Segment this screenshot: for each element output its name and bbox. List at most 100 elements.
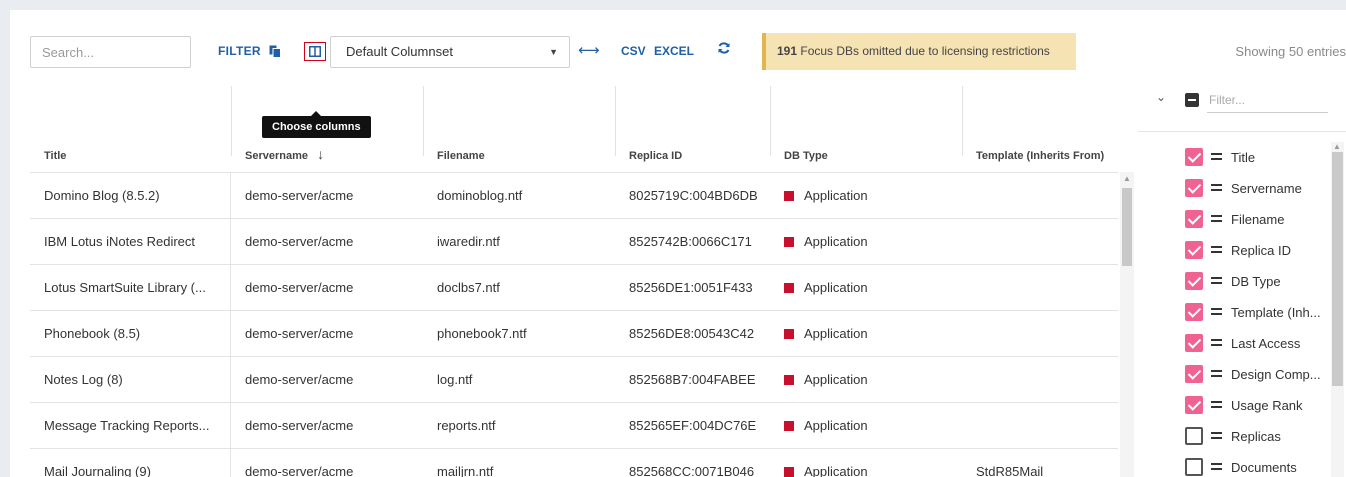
choose-columns-button[interactable] — [304, 42, 326, 61]
cell-db-type: Application — [770, 449, 962, 477]
column-option[interactable]: Documents — [1138, 452, 1328, 477]
column-option[interactable]: Design Comp... — [1138, 359, 1328, 390]
cell-servername: demo-server/acme — [231, 265, 423, 311]
table-scrollbar[interactable]: ▲ — [1120, 172, 1134, 477]
column-checkbox[interactable] — [1185, 427, 1203, 445]
column-option[interactable]: Usage Rank — [1138, 390, 1328, 421]
cell-db-type: Application — [770, 219, 962, 265]
drag-handle-icon[interactable] — [1211, 308, 1222, 315]
column-option-label: Template (Inh... — [1231, 305, 1321, 320]
cell-servername: demo-server/acme — [231, 219, 423, 265]
cell-text: 8025719C:004BD6DB — [629, 188, 758, 203]
cell-filename: phonebook7.ntf — [423, 311, 615, 357]
resize-columns-icon[interactable]: ⟷ — [578, 43, 600, 59]
column-option[interactable]: Template (Inh... — [1138, 297, 1328, 328]
cell-servername: demo-server/acme — [231, 357, 423, 403]
cell-text: IBM Lotus iNotes Redirect — [44, 234, 196, 249]
scrollbar-thumb[interactable] — [1332, 152, 1343, 386]
drag-handle-icon[interactable] — [1211, 153, 1222, 160]
header-replica-id[interactable]: Replica ID — [615, 82, 770, 172]
db-type-square-icon — [784, 283, 794, 293]
cell-db-type: Application — [770, 173, 962, 219]
column-option[interactable]: Last Access — [1138, 328, 1328, 359]
drag-handle-icon[interactable] — [1211, 277, 1222, 284]
header-label: Filename — [437, 150, 485, 162]
excel-export-button[interactable]: EXCEL — [654, 44, 694, 58]
columnset-select[interactable]: Default Columnset ▼ — [330, 36, 570, 68]
column-checkbox[interactable] — [1185, 241, 1203, 259]
cell-text: phonebook7.ntf — [437, 326, 527, 341]
filter-button[interactable]: FILTER — [218, 43, 281, 59]
drag-handle-icon[interactable] — [1211, 463, 1222, 470]
column-checkbox[interactable] — [1185, 179, 1203, 197]
toolbar: FILTER Default Columnset ▼ ⟷ CSV EXCEL — [10, 10, 1346, 80]
cell-text: reports.ntf — [437, 418, 496, 433]
column-checkbox[interactable] — [1185, 334, 1203, 352]
cell-filename: dominoblog.ntf — [423, 173, 615, 219]
column-option-label: Last Access — [1231, 336, 1301, 351]
column-checkbox[interactable] — [1185, 148, 1203, 166]
column-chooser-panel: ⌄ Title Servername Filename Replica ID DB Ty… — [1138, 82, 1346, 477]
drag-handle-icon[interactable] — [1211, 339, 1222, 346]
search-input[interactable] — [30, 36, 191, 68]
cell-text: Application — [804, 418, 868, 433]
cell-text: mailjrn.ntf — [437, 464, 494, 477]
cell-text: demo-server/acme — [245, 280, 354, 295]
cell-filename: reports.ntf — [423, 403, 615, 449]
header-row: Title Servername ↓ Filename Replica ID D… — [30, 82, 1138, 172]
cell-replica-id: 85256DE1:0051F433 — [615, 265, 770, 311]
refresh-icon[interactable] — [717, 41, 731, 60]
header-db-type[interactable]: DB Type — [770, 82, 962, 172]
cell-title: Message Tracking Reports... — [30, 403, 231, 449]
scrollbar-thumb[interactable] — [1122, 188, 1132, 266]
column-filter-input[interactable] — [1207, 87, 1328, 113]
cell-db-type: Application — [770, 311, 962, 357]
csv-export-button[interactable]: CSV — [621, 44, 646, 58]
table-row[interactable]: Phonebook (8.5) demo-server/acme phonebook… — [30, 310, 1118, 357]
cell-title: IBM Lotus iNotes Redirect — [30, 219, 231, 265]
column-checkbox[interactable] — [1185, 303, 1203, 321]
table-row[interactable]: Message Tracking Reports... demo-server/a… — [30, 402, 1118, 449]
header-template[interactable]: Template (Inherits From) — [962, 82, 1122, 172]
table-row[interactable]: Lotus SmartSuite Library (... demo-server… — [30, 264, 1118, 311]
column-option[interactable]: Replicas — [1138, 421, 1328, 452]
drag-handle-icon[interactable] — [1211, 370, 1222, 377]
table-row[interactable]: Mail Journaling (9) demo-server/acme mailj… — [30, 448, 1118, 477]
column-checkbox[interactable] — [1185, 365, 1203, 383]
db-type-square-icon — [784, 329, 794, 339]
cell-text: log.ntf — [437, 372, 473, 387]
select-all-checkbox[interactable] — [1185, 93, 1199, 107]
db-type-square-icon — [784, 375, 794, 385]
cell-text: Phonebook (8.5) — [44, 326, 141, 341]
drag-handle-icon[interactable] — [1211, 432, 1222, 439]
drag-handle-icon[interactable] — [1211, 246, 1222, 253]
drag-handle-icon[interactable] — [1211, 184, 1222, 191]
table-row[interactable]: IBM Lotus iNotes Redirect demo-server/acm… — [30, 218, 1118, 265]
column-option[interactable]: DB Type — [1138, 266, 1328, 297]
banner-text: Focus DBs omitted due to licensing restr… — [797, 44, 1050, 58]
cell-filename: log.ntf — [423, 357, 615, 403]
drag-handle-icon[interactable] — [1211, 215, 1222, 222]
header-filename[interactable]: Filename — [423, 82, 615, 172]
cell-replica-id: 852568B7:004FABEE — [615, 357, 770, 403]
drag-handle-icon[interactable] — [1211, 401, 1222, 408]
header-title[interactable]: Title — [30, 82, 231, 172]
cell-text: 852565EF:004DC76E — [629, 418, 757, 433]
scroll-up-icon[interactable]: ▲ — [1333, 142, 1341, 151]
column-list-scrollbar[interactable]: ▲ — [1331, 142, 1344, 477]
header-label: DB Type — [784, 150, 828, 162]
column-option[interactable]: Title — [1138, 142, 1328, 173]
column-divider — [962, 86, 963, 156]
column-option[interactable]: Servername — [1138, 173, 1328, 204]
chevron-down-icon[interactable]: ⌄ — [1156, 90, 1166, 104]
column-option-label: Replicas — [1231, 429, 1281, 444]
table-row[interactable]: Domino Blog (8.5.2) demo-server/acme domin… — [30, 172, 1118, 219]
scroll-up-icon[interactable]: ▲ — [1123, 174, 1131, 183]
column-checkbox[interactable] — [1185, 396, 1203, 414]
column-option[interactable]: Replica ID — [1138, 235, 1328, 266]
column-checkbox[interactable] — [1185, 210, 1203, 228]
column-option[interactable]: Filename — [1138, 204, 1328, 235]
column-checkbox[interactable] — [1185, 272, 1203, 290]
column-checkbox[interactable] — [1185, 458, 1203, 476]
table-row[interactable]: Notes Log (8) demo-server/acme log.ntf 8525… — [30, 356, 1118, 403]
